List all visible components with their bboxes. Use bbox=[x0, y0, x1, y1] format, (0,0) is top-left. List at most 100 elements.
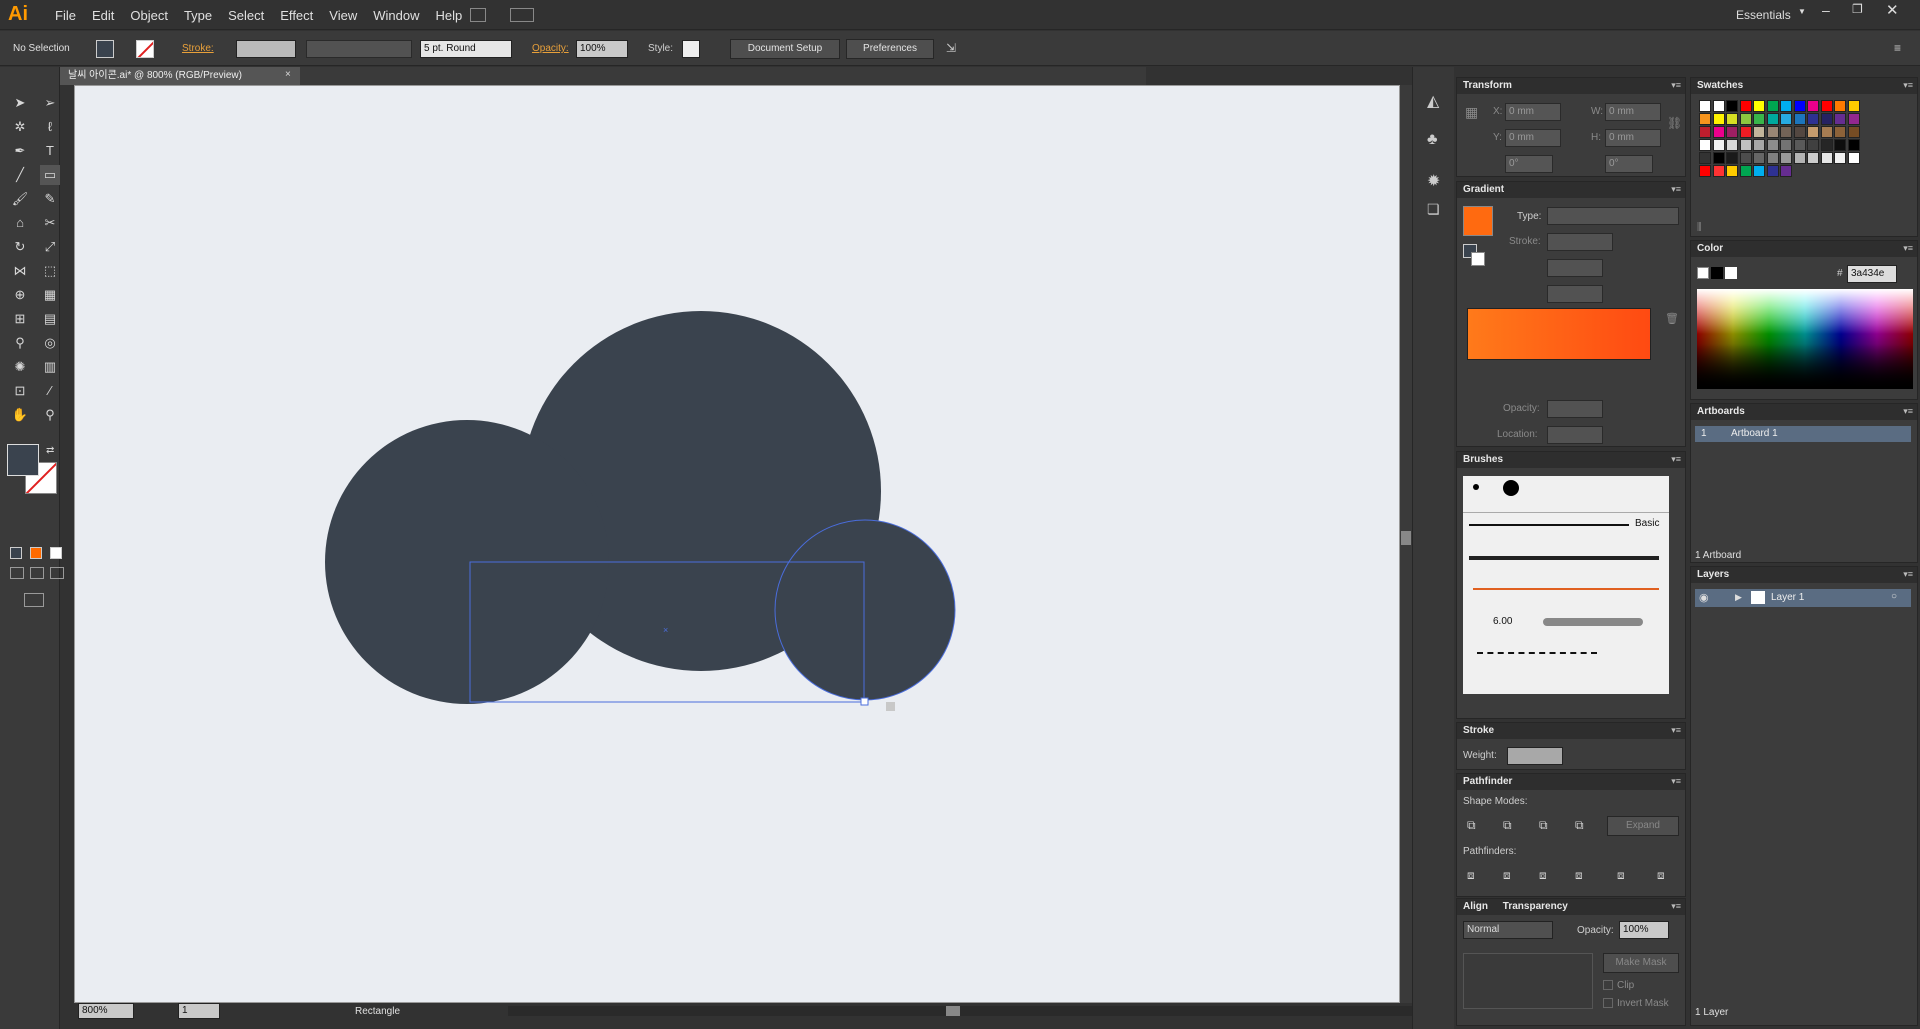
menu-edit[interactable]: Edit bbox=[84, 8, 122, 23]
layer-row[interactable]: ◉ ▶ Layer 1 ○ bbox=[1695, 589, 1911, 607]
swatch-chip[interactable] bbox=[1753, 139, 1765, 151]
swatch-chip[interactable] bbox=[1793, 152, 1806, 164]
intersect-icon[interactable]: ⧉ bbox=[1539, 818, 1548, 833]
layers-menu-icon[interactable]: ▾≡ bbox=[1903, 569, 1913, 580]
swatch-chip[interactable] bbox=[1712, 126, 1725, 138]
swatch-chip[interactable] bbox=[1847, 113, 1860, 125]
rotate-field[interactable]: 0° bbox=[1505, 155, 1553, 173]
free-transform-tool-icon[interactable]: ⬚ bbox=[40, 261, 60, 281]
stroke-menu-icon[interactable]: ▾≡ bbox=[1671, 725, 1681, 736]
swatch-chip[interactable] bbox=[1726, 165, 1738, 177]
rectangle-tool-icon[interactable]: ▭ bbox=[40, 165, 60, 185]
menu-file[interactable]: File bbox=[47, 8, 84, 23]
pathfinder-menu-icon[interactable]: ▾≡ bbox=[1671, 776, 1681, 787]
expand-layer-icon[interactable]: ▶ bbox=[1735, 592, 1742, 603]
none-mode-icon[interactable] bbox=[50, 547, 62, 559]
swatch-chip[interactable] bbox=[1739, 113, 1752, 125]
scissors-tool-icon[interactable]: ✂ bbox=[40, 213, 60, 233]
swatch-chip[interactable] bbox=[1726, 113, 1738, 125]
screen-mode-icon[interactable] bbox=[24, 593, 44, 607]
slice-tool-icon[interactable]: ⁄ bbox=[40, 381, 60, 401]
swatch-grid[interactable] bbox=[1695, 100, 1905, 218]
draw-behind-icon[interactable] bbox=[30, 567, 44, 579]
menu-type[interactable]: Type bbox=[176, 8, 220, 23]
swatch-chip[interactable] bbox=[1699, 113, 1711, 125]
make-mask-button[interactable]: Make Mask bbox=[1603, 953, 1679, 973]
horizontal-scroll-thumb[interactable] bbox=[946, 1006, 960, 1016]
white-color[interactable] bbox=[1725, 267, 1737, 279]
swatch-chip[interactable] bbox=[1739, 139, 1752, 151]
swatch-chip[interactable] bbox=[1699, 126, 1711, 138]
swatch-chip[interactable] bbox=[1847, 126, 1860, 138]
transparency-menu-icon[interactable]: ▾≡ bbox=[1671, 901, 1681, 912]
swatch-chip[interactable] bbox=[1739, 152, 1752, 164]
shape-builder-tool-icon[interactable]: ⊕ bbox=[10, 285, 30, 305]
transform-menu-icon[interactable]: ▾≡ bbox=[1671, 80, 1681, 91]
menu-object[interactable]: Object bbox=[122, 8, 176, 23]
opacity-label[interactable]: Opacity: bbox=[532, 43, 569, 54]
swatch-chip[interactable] bbox=[1793, 100, 1806, 112]
swatch-chip[interactable] bbox=[1726, 100, 1738, 112]
vertical-scroll-thumb[interactable] bbox=[1401, 531, 1411, 545]
basic-brush-line[interactable] bbox=[1469, 524, 1629, 526]
brushes-menu-icon[interactable]: ▾≡ bbox=[1671, 454, 1681, 465]
color-mode-icon[interactable] bbox=[10, 547, 22, 559]
swatch-chip[interactable] bbox=[1807, 113, 1819, 125]
reference-point-icon[interactable]: ▦ bbox=[1465, 104, 1478, 121]
stroke-swatch[interactable] bbox=[136, 40, 154, 58]
selection-handle[interactable] bbox=[860, 697, 869, 706]
swatch-chip[interactable] bbox=[1699, 165, 1711, 177]
swatch-chip[interactable] bbox=[1753, 165, 1765, 177]
gradient-tool-icon[interactable]: ▤ bbox=[40, 309, 60, 329]
swatch-chip[interactable] bbox=[1780, 113, 1792, 125]
swatch-chip[interactable] bbox=[1793, 113, 1806, 125]
gradient-aspect-field[interactable] bbox=[1547, 285, 1603, 303]
pencil-tool-icon[interactable]: ✎ bbox=[40, 189, 60, 209]
none-color-icon[interactable] bbox=[1697, 267, 1709, 279]
swatch-chip[interactable] bbox=[1766, 139, 1779, 151]
swatch-chip[interactable] bbox=[1780, 139, 1792, 151]
brush-library[interactable]: Basic 6.00 bbox=[1463, 476, 1669, 694]
menu-effect[interactable]: Effect bbox=[272, 8, 321, 23]
gradient-mode-icon[interactable] bbox=[30, 547, 42, 559]
workspace-chevron-icon[interactable]: ▼ bbox=[1798, 7, 1806, 16]
brush-dot-large[interactable] bbox=[1503, 480, 1519, 496]
swatch-chip[interactable] bbox=[1739, 165, 1752, 177]
trim-icon[interactable]: ⧈ bbox=[1503, 868, 1511, 883]
minimize-icon[interactable]: ‒ bbox=[1822, 2, 1830, 18]
swatch-chip[interactable] bbox=[1712, 100, 1725, 112]
swatch-chip[interactable] bbox=[1780, 100, 1792, 112]
x-field[interactable]: 0 mm bbox=[1505, 103, 1561, 121]
panel-menu-icon[interactable]: ≡ bbox=[1894, 41, 1901, 55]
variable-width-dropdown[interactable] bbox=[306, 40, 412, 58]
workspace-switcher[interactable]: Essentials bbox=[1736, 8, 1791, 22]
rotate-tool-icon[interactable]: ↻ bbox=[10, 237, 30, 257]
swatch-chip[interactable] bbox=[1766, 152, 1779, 164]
mask-thumbnail[interactable] bbox=[1463, 953, 1593, 1009]
graphic-style-swatch[interactable] bbox=[682, 40, 700, 58]
artboard-tool-icon[interactable]: ⊡ bbox=[10, 381, 30, 401]
navigator-icon[interactable]: ◭ bbox=[1427, 91, 1439, 111]
gradient-stroke-box[interactable] bbox=[1471, 252, 1485, 266]
lasso-tool-icon[interactable]: ℓ bbox=[40, 117, 60, 137]
width-tool-icon[interactable]: ⋈ bbox=[10, 261, 30, 281]
menu-view[interactable]: View bbox=[321, 8, 365, 23]
arrange-documents-icon[interactable] bbox=[510, 8, 534, 22]
merge-icon[interactable]: ⧈ bbox=[1539, 868, 1547, 883]
column-graph-tool-icon[interactable]: ▥ bbox=[40, 357, 60, 377]
swatch-chip[interactable] bbox=[1699, 100, 1711, 112]
artboard-row[interactable]: 1 Artboard 1 bbox=[1695, 426, 1911, 442]
swatch-chip[interactable] bbox=[1820, 126, 1833, 138]
stroke-weight-field[interactable] bbox=[236, 40, 296, 58]
maximize-icon[interactable]: ❐ bbox=[1852, 2, 1863, 16]
type-tool-icon[interactable]: T bbox=[40, 141, 60, 161]
transparency-tab[interactable]: Transparency bbox=[1503, 901, 1568, 912]
exclude-icon[interactable]: ⧉ bbox=[1575, 818, 1584, 833]
blend-mode-dropdown[interactable]: Normal bbox=[1463, 921, 1553, 939]
zoom-field[interactable]: 800% bbox=[78, 1003, 134, 1019]
clip-checkbox[interactable] bbox=[1603, 980, 1613, 990]
swatch-chip[interactable] bbox=[1834, 126, 1846, 138]
eyedropper-tool-icon[interactable]: ⚲ bbox=[10, 333, 30, 353]
unite-icon[interactable]: ⧉ bbox=[1467, 818, 1476, 833]
swatch-chip[interactable] bbox=[1726, 152, 1738, 164]
